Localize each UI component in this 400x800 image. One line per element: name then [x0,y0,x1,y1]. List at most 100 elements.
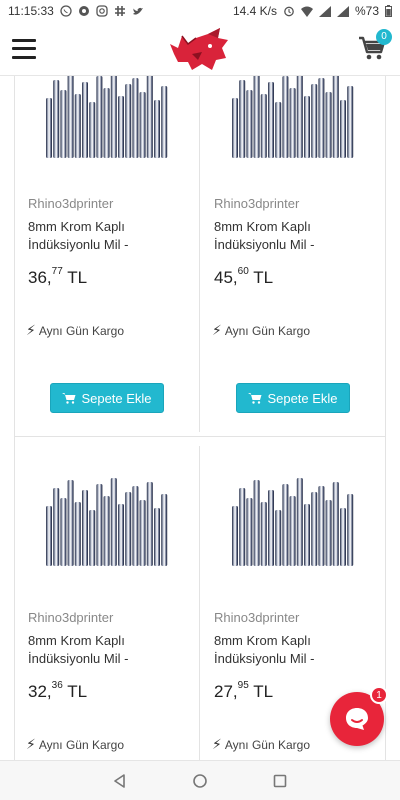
price-decimal: 36 [51,680,63,692]
rod-shape [239,80,246,158]
product-price: 27,95 TL [214,680,274,702]
rod-shape [296,478,303,566]
rod-shape [67,480,74,566]
back-button[interactable] [110,771,130,791]
cart-button[interactable]: 0 [358,28,392,63]
shipping-label: Aynı Gün Kargo [224,323,311,338]
rod-shape [260,502,267,566]
rod-shape [232,98,238,158]
price-integer: 32, [28,682,52,701]
rod-shape [311,84,318,158]
rod-shape [332,482,339,566]
rod-shape [340,100,346,158]
rod-shape [103,88,110,158]
shipping-info: ⚡ Aynı Gün Kargo [26,322,124,339]
signal-icon-1 [318,5,331,17]
whatsapp-icon [60,5,72,17]
rod-shape [146,76,153,158]
rod-shape [289,88,296,158]
rod-shape [246,90,253,158]
product-card[interactable]: Rhino3dprinter 8mm Krom Kaplı İndüksiyon… [14,76,200,436]
product-card[interactable]: Rhino3dprinter 8mm Krom Kaplı İndüksiyon… [200,76,386,436]
bolt-icon: ⚡ [26,736,36,752]
rod-shape [275,102,282,158]
app-header: 0 [0,22,400,76]
rod-shape [146,482,153,566]
status-right: 14.4 K/s %73 [233,4,392,18]
menu-icon[interactable] [12,38,36,59]
rod-shape [154,100,160,158]
rod-shape [46,506,52,566]
price-decimal: 95 [237,680,249,692]
rod-shape [46,98,52,158]
status-bar: 11:15:33 14.4 K/s %73 [0,0,400,22]
rod-shape [60,498,67,566]
rod-shape [103,496,110,566]
add-to-cart-button[interactable]: Sepete Ekle [50,383,164,413]
rod-shape [311,492,318,566]
chat-button[interactable]: 1 [330,686,388,746]
android-nav-bar [0,760,400,800]
product-image[interactable] [228,76,358,160]
twitter-icon [132,7,143,15]
home-button[interactable] [190,771,210,791]
rod-shape [304,504,310,566]
product-image[interactable] [42,76,172,160]
product-title-line2[interactable]: İndüksiyonlu Mil - [214,236,384,254]
rod-shape [268,82,274,158]
product-title-line2[interactable]: İndüksiyonlu Mil - [214,650,384,668]
network-speed: 14.4 K/s [232,4,277,18]
recents-button[interactable] [270,771,290,791]
rod-shape [118,96,124,158]
wifi-icon [300,6,313,17]
rod-shape [110,478,117,566]
product-price: 32,36 TL [28,680,87,702]
rod-shape [246,498,253,566]
product-grid: Rhino3dprinter 8mm Krom Kaplı İndüksiyon… [0,76,400,760]
product-title-line1[interactable]: 8mm Krom Kaplı [214,218,384,236]
shipping-label: Aynı Gün Kargo [38,323,125,338]
rod-shape [296,76,303,158]
price-integer: 27, [214,682,238,701]
add-to-cart-label: Sepete Ekle [267,390,338,406]
rod-shape [161,86,168,158]
cart-icon [248,393,262,404]
rod-shape [232,506,238,566]
product-image[interactable] [228,476,358,568]
battery-icon [385,5,392,17]
shipping-label: Aynı Gün Kargo [38,737,125,752]
product-brand: Rhino3dprinter [214,196,300,211]
product-title-line2[interactable]: İndüksiyonlu Mil - [28,650,198,668]
rod-shape [154,508,160,566]
rod-shape [318,486,325,566]
product-brand: Rhino3dprinter [28,610,114,625]
rod-shape [282,76,289,158]
rod-shape [318,78,325,158]
rod-shape [132,78,139,158]
rod-shape [74,502,81,566]
shipping-info: ⚡ Aynı Gün Kargo [26,736,124,753]
signal-icon-2 [336,5,349,17]
price-currency: TL [67,268,88,287]
rod-shape [132,486,139,566]
product-title-line1[interactable]: 8mm Krom Kaplı [214,632,384,650]
product-card[interactable]: Rhino3dprinter 8mm Krom Kaplı İndüksiyon… [14,446,200,760]
rhino-logo[interactable] [168,24,232,74]
rod-shape [110,76,117,158]
product-image[interactable] [42,476,172,568]
product-title-line2[interactable]: İndüksiyonlu Mil - [28,236,198,254]
rod-shape [268,490,274,566]
rod-shape [53,488,60,566]
instagram-icon [96,5,108,17]
rod-shape [53,80,60,158]
add-to-cart-button[interactable]: Sepete Ekle [236,383,350,413]
add-to-cart-label: Sepete Ekle [81,390,152,406]
shipping-info: ⚡ Aynı Gün Kargo [212,322,310,339]
rod-shape [325,500,332,566]
product-title-line1[interactable]: 8mm Krom Kaplı [28,218,198,236]
back-icon [114,773,125,788]
product-title-line1[interactable]: 8mm Krom Kaplı [28,632,198,650]
price-currency: TL [253,682,274,701]
rod-shape [347,494,354,566]
bolt-icon: ⚡ [212,736,222,752]
